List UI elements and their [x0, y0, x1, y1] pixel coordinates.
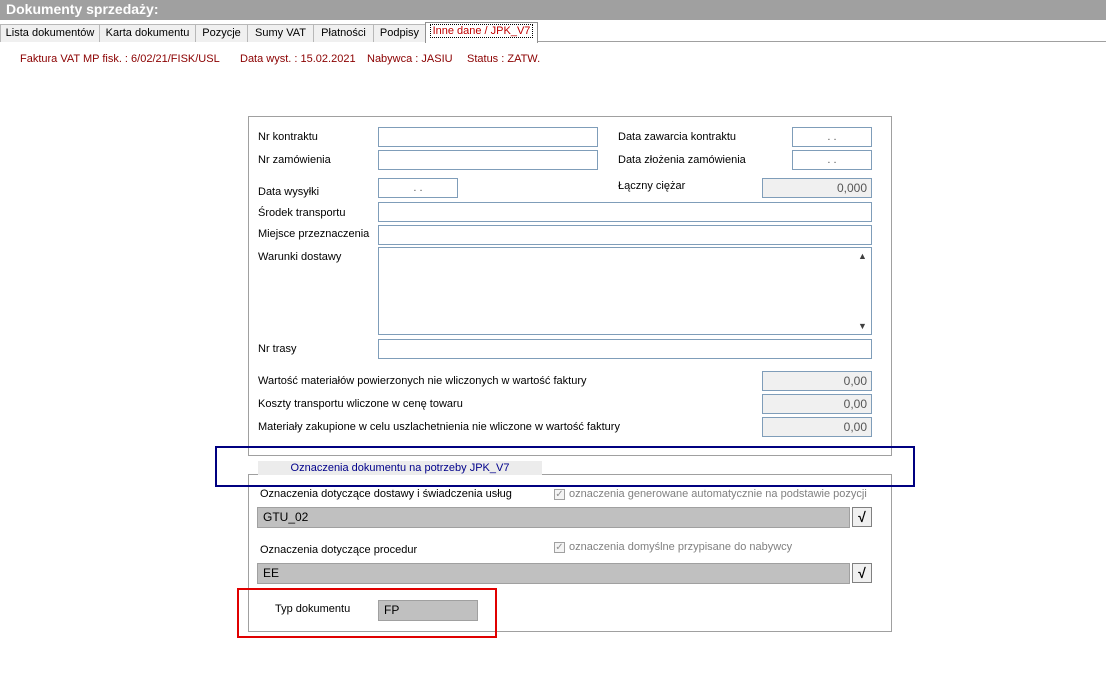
issue-date: Data wyst. : 15.02.2021 [240, 53, 356, 65]
scroll-down-icon[interactable]: ▼ [858, 321, 867, 331]
delivery-markings-field[interactable]: GTU_02 [257, 507, 850, 528]
materials-entrusted-label: Wartość materiałów powierzonych nie wlic… [258, 375, 587, 387]
materials-purchased-label: Materiały zakupione w celu uszlachetnien… [258, 421, 620, 433]
invoice-number: Faktura VAT MP fisk. : 6/02/21/FISK/USL [20, 53, 220, 65]
transport-costs-input[interactable]: 0,00 [762, 394, 872, 414]
total-weight-label: Łączny ciężar [618, 180, 686, 192]
window-title: Dokumenty sprzedaży: [6, 1, 159, 17]
procedures-markings-field[interactable]: EE [257, 563, 850, 584]
auto-generated-checkbox[interactable]: ✓ [554, 489, 565, 500]
window-title-bar: Dokumenty sprzedaży: [0, 0, 1106, 20]
total-weight-input[interactable]: 0,000 [762, 178, 872, 198]
default-buyer-label: oznaczenia domyślne przypisane do nabywc… [569, 541, 793, 553]
route-input[interactable] [378, 339, 872, 359]
scroll-up-icon[interactable]: ▲ [858, 251, 867, 261]
order-no-label: Nr zamówienia [258, 154, 331, 166]
delivery-terms-label: Warunki dostawy [258, 251, 342, 263]
tab-document-card[interactable]: Karta dokumentu [99, 24, 196, 42]
tab-signatures[interactable]: Podpisy [373, 24, 426, 42]
contract-date-input[interactable]: . . [792, 127, 872, 147]
delivery-markings-select-button[interactable]: √ [852, 507, 872, 527]
tab-items[interactable]: Pozycje [195, 24, 248, 42]
delivery-terms-textarea[interactable]: ▲ ▼ [378, 247, 872, 335]
contract-no-input[interactable] [378, 127, 598, 147]
auto-generated-label: oznaczenia generowane automatycznie na p… [569, 488, 867, 500]
tab-document-list[interactable]: Lista dokumentów [0, 24, 100, 42]
shipping-date-input[interactable]: . . [378, 178, 458, 198]
destination-input[interactable] [378, 225, 872, 245]
materials-purchased-input[interactable]: 0,00 [762, 417, 872, 437]
order-date-input[interactable]: . . [792, 150, 872, 170]
order-date-label: Data złożenia zamówienia [618, 154, 746, 166]
transport-costs-label: Koszty transportu wliczone w cenę towaru [258, 398, 463, 410]
tab-vat-sums[interactable]: Sumy VAT [247, 24, 314, 42]
transport-input[interactable] [378, 202, 872, 222]
destination-label: Miejsce przeznaczenia [258, 228, 370, 240]
delivery-markings-label: Oznaczenia dotyczące dostawy i świadczen… [260, 488, 512, 500]
procedures-markings-select-button[interactable]: √ [852, 563, 872, 583]
buyer: Nabywca : JASIU [367, 53, 453, 65]
contract-no-label: Nr kontraktu [258, 131, 318, 143]
document-status: Status : ZATW. [467, 53, 541, 65]
delivery-terms-scrollbar[interactable]: ▲ ▼ [855, 248, 871, 334]
materials-entrusted-input[interactable]: 0,00 [762, 371, 872, 391]
procedures-markings-label: Oznaczenia dotyczące procedur [260, 544, 418, 556]
blue-highlight-box [215, 446, 915, 487]
red-highlight-box [237, 588, 497, 638]
contract-date-label: Data zawarcia kontraktu [618, 131, 736, 143]
tab-other-data-jpk[interactable]: Inne dane / JPK_V7 [425, 22, 538, 43]
order-no-input[interactable] [378, 150, 598, 170]
tab-payments[interactable]: Płatności [313, 24, 374, 42]
transport-label: Środek transportu [258, 207, 346, 219]
tab-strip: Lista dokumentów Karta dokumentu Pozycje… [0, 22, 1106, 43]
route-label: Nr trasy [258, 343, 297, 355]
shipping-date-label: Data wysyłki [258, 186, 320, 198]
default-buyer-checkbox[interactable]: ✓ [554, 542, 565, 553]
